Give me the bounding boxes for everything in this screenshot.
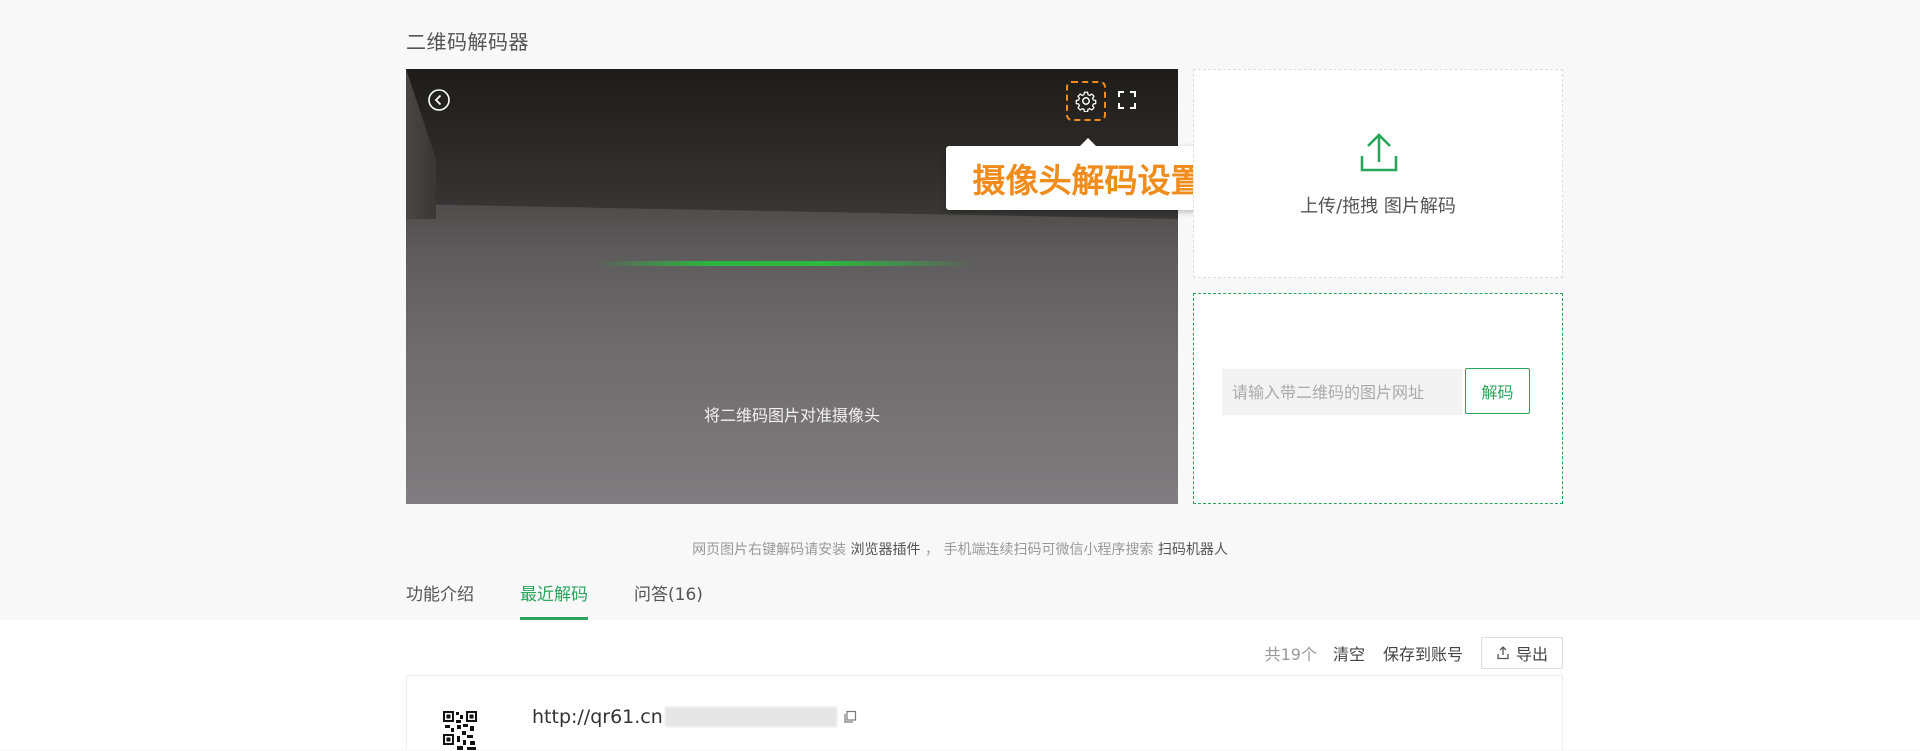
url-decode-panel: 解码 [1193, 293, 1563, 504]
tooltip-arrow [1080, 138, 1096, 146]
export-label: 导出 [1515, 645, 1548, 664]
redacted-url-part [664, 707, 837, 727]
results-toolbar: 共19个 清空 保存到账号 导出 [1265, 637, 1563, 669]
copy-icon[interactable] [843, 710, 857, 724]
upload-label: 上传/拖拽 图片解码 [1300, 196, 1456, 217]
save-to-account-button[interactable]: 保存到账号 [1383, 641, 1463, 665]
export-icon [1497, 646, 1509, 660]
export-button[interactable]: 导出 [1480, 637, 1563, 669]
tab-recent-decodes[interactable]: 最近解码 [520, 580, 588, 620]
gear-icon [1075, 91, 1097, 112]
install-tip-prefix: 网页图片右键解码请安装 [692, 542, 847, 558]
browser-plugin-link[interactable]: 浏览器插件 [851, 542, 921, 558]
record-url-text: http://qr61.cn [532, 706, 663, 728]
tab-features[interactable]: 功能介绍 [406, 580, 474, 620]
decode-button[interactable]: 解码 [1465, 368, 1530, 414]
record-count: 共19个 [1264, 645, 1317, 664]
clear-button[interactable]: 清空 [1333, 641, 1365, 665]
scan-line [596, 261, 976, 266]
camera-settings-button[interactable] [1066, 81, 1106, 121]
tooltip-text: 摄像头解码设置 [972, 161, 1204, 200]
upload-dropzone[interactable]: 上传/拖拽 图片解码 [1193, 69, 1563, 278]
image-url-input[interactable] [1222, 369, 1462, 415]
record-url[interactable]: http://qr61.cn [532, 706, 857, 728]
install-tip-middle: ， 手机端连续扫码可微信小程序搜索 [925, 542, 1154, 558]
install-tip: 网页图片右键解码请安装 浏览器插件 ， 手机端连续扫码可微信小程序搜索 扫码机器… [0, 539, 1920, 559]
upload-icon [1360, 133, 1398, 172]
page-title: 二维码解码器 [406, 30, 529, 54]
camera-view[interactable]: 将二维码图片对准摄像头 [406, 69, 1178, 504]
scan-robot-link[interactable]: 扫码机器人 [1158, 542, 1228, 558]
list-item[interactable]: http://qr61.cn [406, 675, 1563, 751]
tab-qa[interactable]: 问答(16) [634, 580, 703, 620]
back-icon[interactable] [426, 87, 452, 113]
tab-bar: 功能介绍 最近解码 问答(16) [406, 580, 749, 620]
camera-hint: 将二维码图片对准摄像头 [703, 406, 880, 425]
settings-tooltip: 摄像头解码设置 [946, 138, 1230, 210]
qr-code-thumbnail [443, 711, 477, 751]
fullscreen-icon[interactable] [1114, 87, 1140, 113]
